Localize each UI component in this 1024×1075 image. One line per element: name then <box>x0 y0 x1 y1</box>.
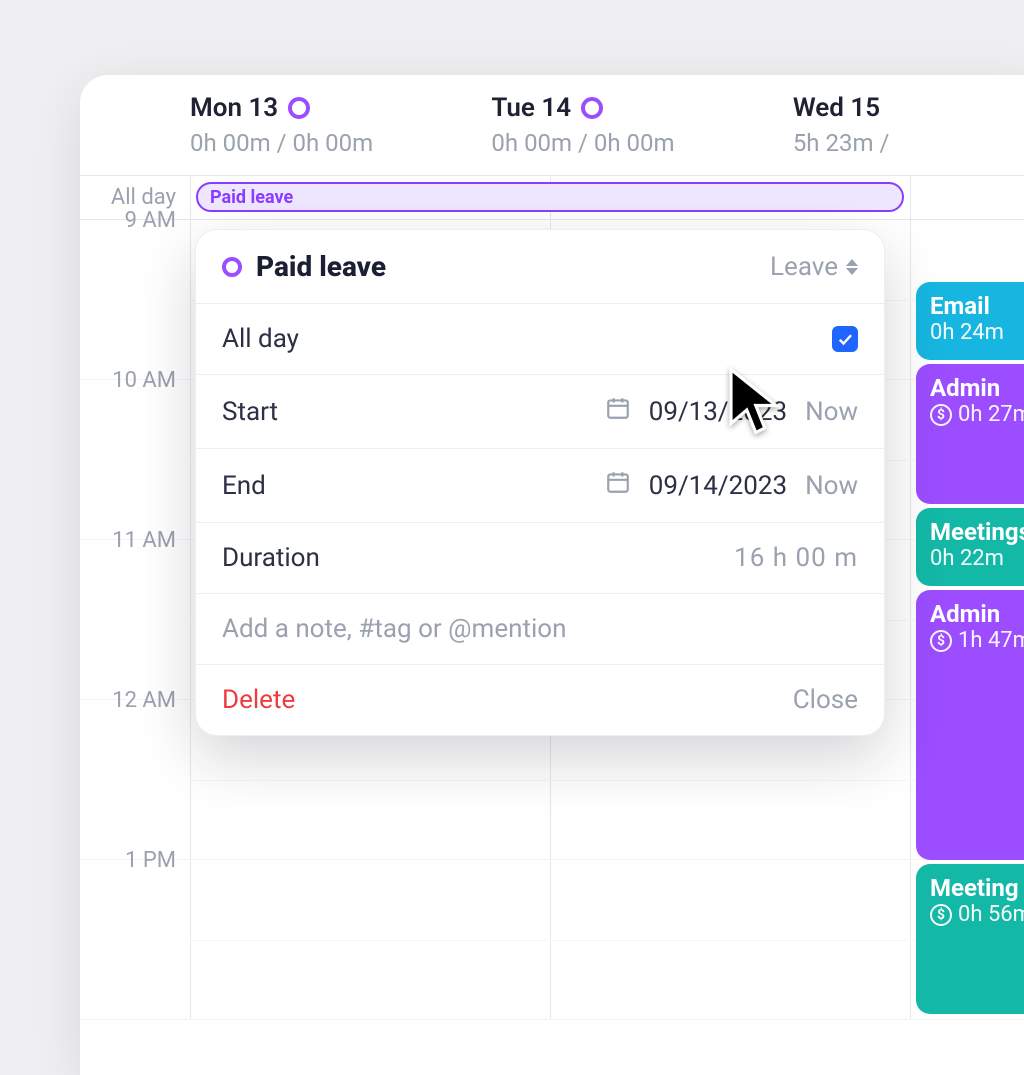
billable-icon: $ <box>930 630 952 652</box>
day-header[interactable]: Wed 15 5h 23m / <box>793 93 1024 157</box>
event-title: Admin <box>930 374 1024 402</box>
event-title: Meeting <box>930 874 1024 902</box>
allday-event-title: Paid leave <box>210 187 293 208</box>
hour-label: 11 AM <box>80 528 190 553</box>
billable-icon: $ <box>930 404 952 426</box>
day-header[interactable]: Mon 13 0h 00m / 0h 00m <box>190 93 491 157</box>
calendar-event[interactable]: Admin$0h 27m <box>916 364 1024 504</box>
event-title: Admin <box>930 600 1024 628</box>
calendar-event[interactable]: Meeting$0h 56m <box>916 864 1024 1014</box>
hour-label: 12 AM <box>80 688 190 713</box>
start-now-button[interactable]: Now <box>805 397 858 427</box>
duration-label: Duration <box>222 543 320 573</box>
popover-header: Paid leave Leave <box>196 230 884 304</box>
event-subline: $1h 47m <box>930 628 1024 653</box>
calendar-icon[interactable] <box>605 469 631 502</box>
end-now-button[interactable]: Now <box>805 471 858 501</box>
end-row: End 09/14/2023 Now <box>196 449 884 523</box>
note-row: Add a note, #tag or @mention <box>196 594 884 665</box>
event-duration: 0h 24m <box>930 320 1004 345</box>
event-duration: 0h 56m <box>958 902 1024 927</box>
calendar-event[interactable]: Email0h 24m <box>916 282 1024 360</box>
delete-button[interactable]: Delete <box>222 685 295 715</box>
end-date-input[interactable]: 09/14/2023 <box>649 471 787 501</box>
popover-title[interactable]: Paid leave <box>256 250 386 283</box>
hour-label: 9 AM <box>80 208 190 233</box>
billable-icon: $ <box>930 904 952 926</box>
allday-label: All day <box>80 185 190 210</box>
calendar-event[interactable]: Admin$1h 47m <box>916 590 1024 860</box>
ring-icon <box>288 97 310 119</box>
check-icon <box>836 330 854 348</box>
calendar-event[interactable]: Meetings0h 22m <box>916 508 1024 586</box>
day-header-row: Mon 13 0h 00m / 0h 00m Tue 14 0h 00m / 0… <box>80 75 1024 175</box>
day-summary: 5h 23m / <box>793 129 1024 157</box>
cursor-icon <box>722 365 794 441</box>
allday-field-label: All day <box>222 324 299 354</box>
event-duration: 0h 27m <box>958 402 1024 427</box>
allday-event-pill[interactable]: Paid leave <box>196 182 904 212</box>
day-header[interactable]: Tue 14 0h 00m / 0h 00m <box>491 93 792 157</box>
day-summary: 0h 00m / 0h 00m <box>491 129 792 157</box>
calendar-icon[interactable] <box>605 395 631 428</box>
end-label: End <box>222 471 266 501</box>
popover-actions: Delete Close <box>196 665 884 735</box>
event-duration: 0h 22m <box>930 546 1004 571</box>
allday-checkbox[interactable] <box>832 326 858 352</box>
event-subline: 0h 22m <box>930 546 1024 571</box>
sort-icon <box>846 259 858 275</box>
day-label: Mon 13 <box>190 93 278 123</box>
ring-icon <box>581 97 603 119</box>
day-label: Tue 14 <box>491 93 571 123</box>
calendar-window: Mon 13 0h 00m / 0h 00m Tue 14 0h 00m / 0… <box>80 75 1024 1075</box>
duration-row: Duration 16 h 00 m <box>196 523 884 594</box>
event-subline: $0h 56m <box>930 902 1024 927</box>
close-button[interactable]: Close <box>793 685 858 715</box>
allday-row: All day Paid leave <box>80 176 1024 220</box>
note-input[interactable]: Add a note, #tag or @mention <box>222 614 566 644</box>
ring-icon <box>222 257 242 277</box>
event-popover: Paid leave Leave All day Start <box>195 229 885 736</box>
event-subline: $0h 27m <box>930 402 1024 427</box>
event-title: Meetings <box>930 518 1024 546</box>
event-subline: 0h 24m <box>930 320 1024 345</box>
hour-label: 1 PM <box>80 848 190 873</box>
event-title: Email <box>930 292 1024 320</box>
event-duration: 1h 47m <box>958 628 1024 653</box>
start-label: Start <box>222 397 278 427</box>
hour-row: 1 PM <box>80 860 1024 1020</box>
event-type-select[interactable]: Leave <box>770 252 858 282</box>
duration-value[interactable]: 16 h 00 m <box>734 543 858 573</box>
event-type-label: Leave <box>770 252 838 282</box>
day-label: Wed 15 <box>793 93 880 123</box>
day-summary: 0h 00m / 0h 00m <box>190 129 491 157</box>
hour-label: 10 AM <box>80 368 190 393</box>
